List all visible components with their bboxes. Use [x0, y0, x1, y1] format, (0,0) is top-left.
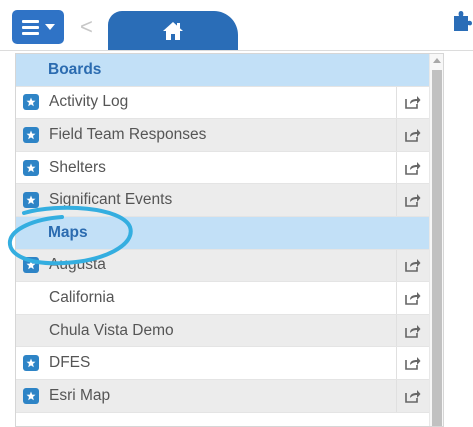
hamburger-menu-icon — [21, 19, 39, 35]
share-icon[interactable] — [396, 347, 429, 379]
section-header-label: Maps — [48, 223, 88, 241]
section-header-boards: Boards — [16, 54, 429, 87]
home-tab[interactable] — [108, 11, 238, 51]
menu-item-field-team-responses[interactable]: Field Team Responses — [16, 119, 429, 152]
star-icon[interactable] — [23, 387, 39, 404]
chevron-left-icon[interactable]: < — [80, 14, 93, 40]
menu-item-label: Shelters — [49, 158, 106, 176]
share-icon[interactable] — [396, 119, 429, 151]
share-icon[interactable] — [396, 151, 429, 184]
star-icon[interactable] — [23, 355, 39, 372]
puzzle-piece-icon[interactable] — [452, 10, 472, 32]
menu-item-label: Chula Vista Demo — [49, 321, 174, 339]
menu-item-label: Augusta — [49, 256, 106, 274]
caret-down-icon — [44, 24, 55, 30]
menu-item-esri-map[interactable]: Esri Map — [16, 379, 429, 413]
home-icon — [163, 22, 183, 40]
section-header-maps: Maps — [16, 216, 429, 250]
menu-item-label: DFES — [49, 354, 91, 372]
main-menu-button[interactable] — [12, 10, 64, 44]
boards-dropdown-menu: Boards Activity Log Field Team Responses… — [15, 53, 444, 427]
share-icon[interactable] — [396, 379, 429, 412]
menu-item-chula-vista-demo[interactable]: Chula Vista Demo — [16, 314, 429, 348]
menu-item-california[interactable]: California — [16, 282, 429, 315]
star-icon[interactable] — [23, 257, 39, 274]
toolbar-divider — [0, 50, 473, 51]
menu-item-label: Significant Events — [49, 191, 173, 209]
menu-list: Boards Activity Log Field Team Responses… — [16, 54, 429, 413]
menu-item-activity-log[interactable]: Activity Log — [16, 86, 429, 120]
share-icon[interactable] — [396, 314, 429, 347]
menu-item-label: Activity Log — [49, 93, 129, 111]
share-icon[interactable] — [396, 86, 429, 119]
menu-item-dfes[interactable]: DFES — [16, 347, 429, 380]
scroll-up-arrow-icon[interactable] — [433, 58, 441, 63]
scroll-thumb[interactable] — [432, 70, 442, 426]
menu-item-label: California — [49, 288, 115, 306]
share-icon[interactable] — [396, 249, 429, 282]
section-header-label: Boards — [48, 60, 102, 78]
menu-item-label: Field Team Responses — [49, 125, 207, 143]
menu-item-significant-events[interactable]: Significant Events — [16, 184, 429, 217]
menu-scrollbar[interactable] — [429, 54, 443, 426]
star-icon[interactable] — [23, 159, 39, 176]
star-icon[interactable] — [23, 192, 39, 209]
share-icon[interactable] — [396, 184, 429, 216]
share-icon[interactable] — [396, 282, 429, 314]
star-icon[interactable] — [23, 126, 39, 143]
star-icon[interactable] — [23, 94, 39, 111]
menu-item-shelters[interactable]: Shelters — [16, 151, 429, 185]
menu-item-augusta[interactable]: Augusta — [16, 249, 429, 283]
menu-item-label: Esri Map — [49, 386, 111, 404]
